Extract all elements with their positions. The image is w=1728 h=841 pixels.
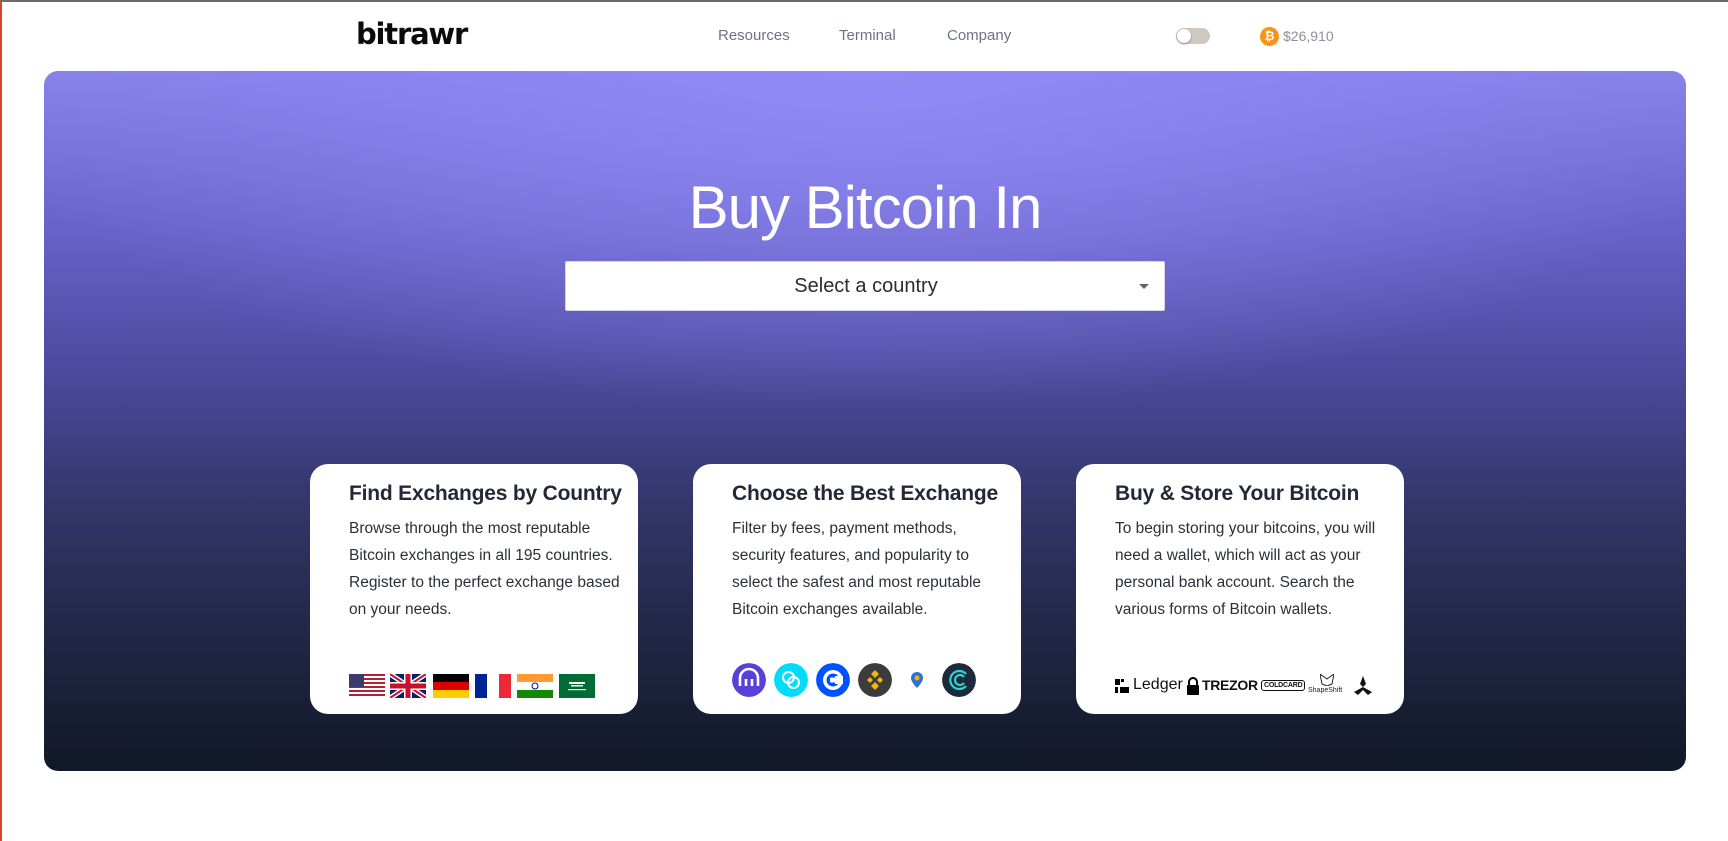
nav-company[interactable]: Company <box>947 27 1011 44</box>
hero-title: Buy Bitcoin In <box>688 174 1043 241</box>
hero-section: Buy Bitcoin In Select a country Find Exc… <box>44 71 1686 771</box>
site-header: bitrawr Resources Terminal Company ₿ $26… <box>0 0 1728 70</box>
card-title: Buy & Store Your Bitcoin <box>1115 482 1360 505</box>
card-body: Browse through the most reputable Bitcoi… <box>349 520 620 618</box>
card-body: Filter by fees, payment methods, securit… <box>732 520 982 618</box>
ledger-logo: Ledger <box>1115 674 1183 698</box>
lock-icon <box>1187 677 1199 695</box>
coldcard-logo: COLDCARD <box>1261 674 1306 698</box>
kraken-icon <box>732 663 766 697</box>
ledger-text: Ledger <box>1133 676 1183 693</box>
wallet-brand-icon <box>1354 676 1372 695</box>
theme-toggle[interactable] <box>1176 28 1210 44</box>
card-title: Choose the Best Exchange <box>732 482 998 505</box>
india-flag-icon <box>517 674 553 698</box>
btc-price: $26,910 <box>1283 28 1334 44</box>
saudi-arabia-flag-icon <box>559 674 595 698</box>
shapeshift-text: ShapeShift <box>1308 687 1343 694</box>
trezor-text: TREZOR <box>1202 677 1258 693</box>
nav-terminal[interactable]: Terminal <box>839 27 896 44</box>
coldcard-text: COLDCARD <box>1261 680 1306 691</box>
us-flag-icon <box>349 674 385 698</box>
card-choose-exchange[interactable]: Choose the Best Exchange Filter by fees,… <box>693 464 1021 714</box>
card-find-exchanges[interactable]: Find Exchanges by Country Browse through… <box>310 464 638 714</box>
trezor-logo: TREZOR <box>1187 674 1258 698</box>
germany-flag-icon <box>433 674 469 698</box>
cex-icon <box>942 663 976 697</box>
shapeshift-logo: ShapeShift <box>1308 674 1346 698</box>
card-title: Find Exchanges by Country <box>349 482 622 505</box>
toggle-knob <box>1177 29 1191 43</box>
fox-icon <box>1320 674 1334 686</box>
ledger-icon <box>1115 679 1129 693</box>
card-body: To begin storing your bitcoins, you will… <box>1115 520 1376 618</box>
uk-flag-icon <box>390 674 426 698</box>
coinbase-icon <box>816 663 850 697</box>
country-select[interactable]: Select a country <box>565 261 1165 311</box>
binance-icon <box>858 663 892 697</box>
chevron-down-icon <box>1139 284 1149 289</box>
site-logo[interactable]: bitrawr <box>356 17 468 51</box>
window-edge <box>0 0 2 841</box>
france-flag-icon <box>475 674 511 698</box>
nav-resources[interactable]: Resources <box>718 27 790 44</box>
country-select-value: Select a country <box>794 275 938 297</box>
bisq-icon <box>900 663 934 697</box>
card-buy-store[interactable]: Buy & Store Your Bitcoin To begin storin… <box>1076 464 1404 714</box>
bitcoin-icon: ₿ <box>1260 27 1279 46</box>
gemini-icon <box>774 663 808 697</box>
